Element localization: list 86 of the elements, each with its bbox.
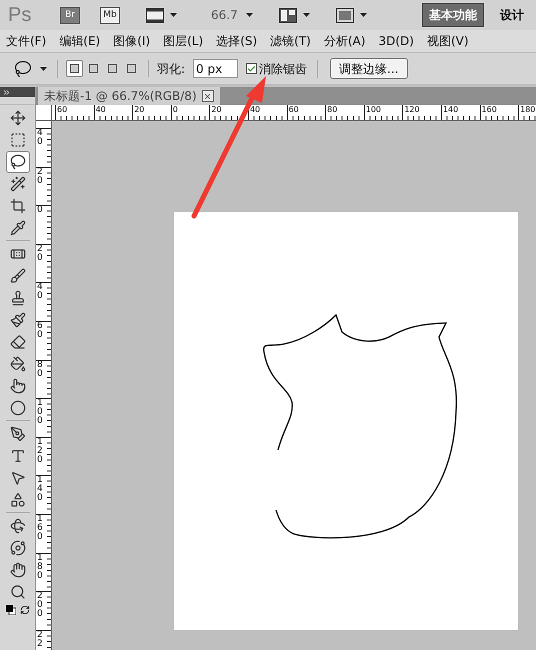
eyedropper-icon bbox=[10, 220, 26, 236]
menu-item[interactable]: 3D(D) bbox=[378, 32, 414, 50]
workspace-button[interactable]: 基本功能 bbox=[422, 3, 484, 27]
pointer-icon bbox=[10, 378, 26, 394]
ruler-label: 80 bbox=[326, 105, 338, 115]
ruler-label: 40 bbox=[36, 283, 43, 302]
refine-edge-button[interactable]: 调整边缘... bbox=[330, 58, 408, 79]
caret-icon bbox=[246, 13, 253, 17]
document-title: 未标题-1 @ 66.7%(RGB/8) bbox=[44, 88, 197, 105]
feather-label: 羽化: bbox=[157, 60, 186, 78]
app-logo: Ps bbox=[8, 3, 32, 28]
ruler-label: 60 bbox=[36, 322, 43, 340]
menu-item[interactable]: 图像(I) bbox=[113, 32, 150, 50]
film-icon[interactable] bbox=[146, 8, 164, 22]
circle-icon bbox=[10, 400, 26, 416]
menu-item[interactable]: 分析(A) bbox=[324, 32, 366, 50]
shapes-icon bbox=[10, 492, 26, 508]
screen-mode-icon[interactable] bbox=[336, 8, 354, 22]
ruler-label: 180 bbox=[519, 105, 536, 115]
ruler-label: 140 bbox=[36, 476, 43, 504]
search-icon bbox=[10, 584, 26, 600]
workspace-button[interactable]: 设计 bbox=[494, 3, 530, 27]
close-icon bbox=[203, 92, 212, 100]
ruler-label: 120 bbox=[403, 105, 420, 115]
ruler-label: 60 bbox=[56, 105, 68, 115]
ruler-label: 40 bbox=[36, 129, 43, 147]
text-icon bbox=[10, 448, 26, 464]
ruler-label: 20 bbox=[133, 105, 144, 115]
collapse-icon[interactable] bbox=[2, 88, 11, 96]
paintbrush-icon bbox=[10, 312, 26, 328]
menu-item[interactable]: 图层(L) bbox=[163, 32, 204, 50]
ruler-label: 80 bbox=[36, 360, 43, 379]
orbit-icon bbox=[10, 540, 26, 556]
ruler-label: 200 bbox=[36, 592, 43, 620]
ruler-label: 20 bbox=[36, 168, 43, 186]
caret-icon bbox=[170, 13, 177, 17]
anti-alias-label: 消除锯齿 bbox=[259, 60, 308, 78]
ruler-label: 0 bbox=[172, 105, 178, 115]
marquee-icon bbox=[10, 132, 26, 148]
crop-icon bbox=[10, 198, 26, 214]
pen-icon bbox=[10, 426, 26, 442]
paint-bucket-icon bbox=[10, 356, 26, 372]
menu-item[interactable]: 滤镜(T) bbox=[270, 32, 311, 50]
document-tab[interactable]: 未标题-1 @ 66.7%(RGB/8) bbox=[38, 87, 220, 105]
ruler-label: 180 bbox=[36, 554, 43, 581]
ruler-label: 22 bbox=[36, 630, 43, 649]
selection-mode-button[interactable] bbox=[66, 60, 83, 77]
menu-item[interactable]: 选择(S) bbox=[216, 32, 258, 50]
eraser-icon bbox=[10, 334, 26, 350]
caret-icon bbox=[40, 66, 47, 70]
mini-bridge-button[interactable]: Mb bbox=[100, 6, 120, 24]
ruler-label: 160 bbox=[480, 105, 497, 115]
color-swatch-icon[interactable] bbox=[6, 605, 16, 615]
caret-icon bbox=[360, 13, 367, 17]
lasso-icon[interactable] bbox=[14, 60, 32, 78]
bridge-button[interactable]: Br bbox=[60, 6, 80, 24]
ruler-label: 100 bbox=[36, 399, 43, 426]
feather-field[interactable]: 0 px bbox=[193, 59, 238, 78]
stamp-icon bbox=[10, 290, 26, 306]
lasso-icon bbox=[10, 154, 26, 170]
move-icon bbox=[10, 110, 26, 126]
menu-item[interactable]: 编辑(E) bbox=[59, 32, 100, 50]
ruler-label: 100 bbox=[364, 105, 382, 115]
ruler-label: 0 bbox=[36, 206, 43, 216]
ruler-label: 60 bbox=[288, 105, 299, 115]
layout-icon[interactable] bbox=[278, 8, 297, 22]
brush-icon bbox=[10, 268, 26, 284]
ruler-label: 120 bbox=[36, 438, 43, 465]
ruler-label: 160 bbox=[36, 514, 43, 542]
ruler-label: 20 bbox=[210, 105, 222, 115]
ruler-label: 20 bbox=[36, 244, 43, 263]
swap-icon[interactable] bbox=[20, 605, 30, 615]
menu-item[interactable]: 文件(F) bbox=[6, 32, 46, 50]
ruler-label: 40 bbox=[94, 105, 106, 115]
wand-icon bbox=[10, 176, 26, 192]
cursor-icon bbox=[10, 470, 26, 486]
tool-button[interactable] bbox=[6, 151, 30, 173]
ruler-label: 140 bbox=[442, 105, 458, 115]
caret-icon bbox=[302, 13, 310, 17]
ruler-label: 40 bbox=[248, 105, 260, 115]
close-button[interactable] bbox=[202, 90, 214, 102]
menu-item[interactable]: 视图(V) bbox=[426, 32, 469, 50]
anti-alias-checkbox[interactable] bbox=[246, 63, 258, 74]
zoom-level[interactable]: 66.7 bbox=[211, 6, 238, 24]
hand-icon bbox=[10, 562, 26, 578]
rotate-icon bbox=[10, 518, 26, 534]
